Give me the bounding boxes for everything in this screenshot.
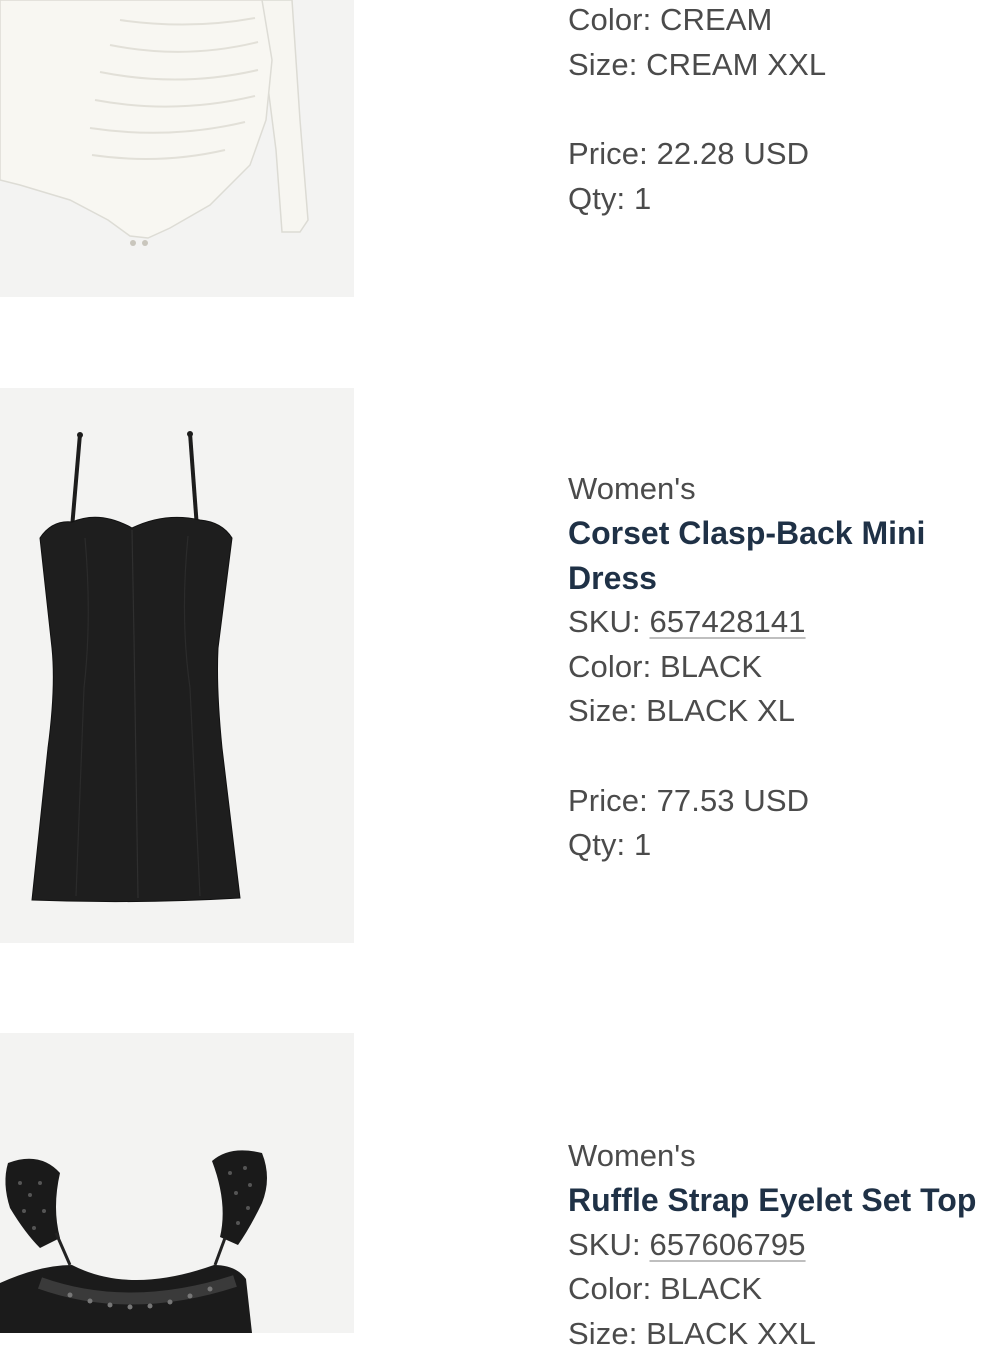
sku-line: SKU: 657606795	[568, 1223, 1000, 1268]
color-value: BLACK	[660, 1271, 762, 1306]
item-details: Women's Corset Clasp-Back Mini Dress SKU…	[568, 467, 1000, 868]
size-label: Size:	[568, 1316, 637, 1351]
sku-label: SKU:	[568, 1227, 641, 1262]
color-value: BLACK	[660, 649, 762, 684]
size-line: Size: BLACK XXL	[568, 1312, 1000, 1356]
qty-line: Qty: 1	[568, 823, 1000, 868]
item-details: Women's Ruffle Strap Eyelet Set Top SKU:…	[568, 1134, 1000, 1356]
product-image[interactable]	[0, 388, 354, 943]
color-label: Color:	[568, 649, 651, 684]
black-mini-dress-image	[0, 388, 354, 943]
size-value: BLACK XL	[646, 693, 795, 728]
qty-label: Qty:	[568, 181, 625, 216]
sku-link[interactable]: 657606795	[649, 1227, 805, 1262]
color-label: Color:	[568, 2, 651, 37]
price-label: Price:	[568, 783, 648, 818]
sku-link[interactable]: 657428141	[649, 604, 805, 639]
qty-label: Qty:	[568, 827, 625, 862]
price-label: Price:	[568, 136, 648, 171]
size-label: Size:	[568, 47, 637, 82]
product-image[interactable]	[0, 0, 354, 297]
size-value: CREAM XXL	[646, 47, 826, 82]
color-label: Color:	[568, 1271, 651, 1306]
size-label: Size:	[568, 693, 637, 728]
item-details: Color: CREAM Size: CREAM XXL Price: 22.2…	[568, 0, 1000, 221]
white-bodysuit-image	[0, 0, 354, 297]
sku-line: SKU: 657428141	[568, 600, 1000, 645]
size-value: BLACK XXL	[646, 1316, 816, 1351]
qty-line: Qty: 1	[568, 177, 1000, 222]
sku-label: SKU:	[568, 604, 641, 639]
product-name-link[interactable]: Corset Clasp-Back Mini Dress	[568, 511, 1000, 600]
product-category: Women's	[568, 467, 1000, 511]
price-value: 22.28 USD	[657, 136, 810, 171]
qty-value: 1	[634, 827, 651, 862]
black-eyelet-top-image	[0, 1033, 354, 1333]
color-value: CREAM	[660, 2, 772, 37]
product-image[interactable]	[0, 1033, 354, 1333]
price-value: 77.53 USD	[657, 783, 810, 818]
color-line: Color: CREAM	[568, 0, 1000, 43]
product-category: Women's	[568, 1134, 1000, 1178]
size-line: Size: CREAM XXL	[568, 43, 1000, 88]
qty-value: 1	[634, 181, 651, 216]
price-line: Price: 22.28 USD	[568, 132, 1000, 177]
price-line: Price: 77.53 USD	[568, 779, 1000, 824]
color-line: Color: BLACK	[568, 645, 1000, 690]
color-line: Color: BLACK	[568, 1267, 1000, 1312]
size-line: Size: BLACK XL	[568, 689, 1000, 734]
product-name-link[interactable]: Ruffle Strap Eyelet Set Top	[568, 1178, 1000, 1223]
